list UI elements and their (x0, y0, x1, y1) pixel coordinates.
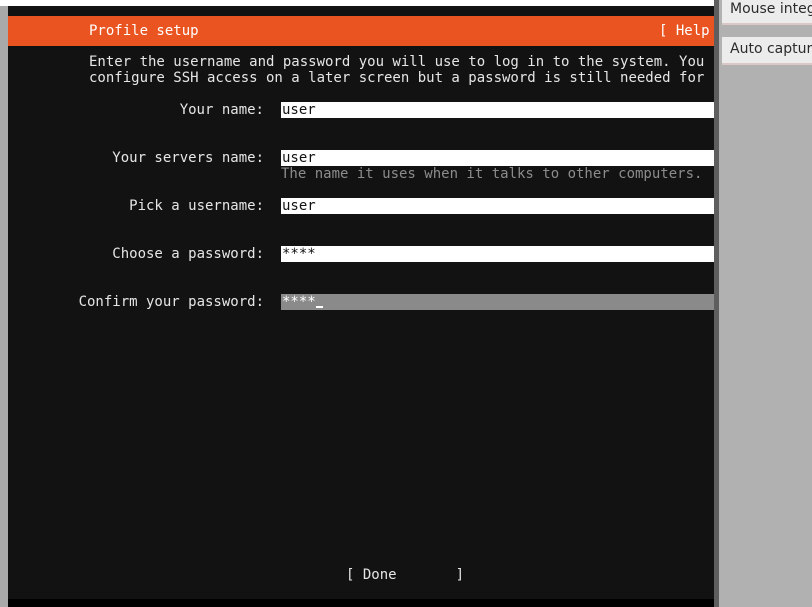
confirm-password-value: **** (282, 294, 316, 310)
username-field[interactable]: user (281, 198, 714, 214)
mouse-integration-item[interactable]: Mouse integ (722, 0, 812, 25)
confirm-password-field[interactable]: **** (281, 294, 714, 310)
text-cursor (315, 306, 323, 308)
server-name-label: Your servers name: (112, 150, 264, 166)
confirm-password-label: Confirm your password: (78, 294, 264, 310)
server-name-hint: The name it uses when it talks to other … (281, 166, 703, 182)
server-name-field[interactable]: user (281, 150, 714, 166)
auto-capture-item[interactable]: Auto capture (722, 37, 812, 65)
name-field[interactable]: user (281, 102, 714, 118)
password-label: Choose a password: (112, 246, 264, 262)
help-button[interactable]: [ Help (659, 23, 710, 39)
intro-line-1: Enter the username and password you will… (89, 54, 714, 70)
name-label: Your name: (179, 102, 264, 118)
header-bar: Profile setup [ Help (8, 16, 714, 46)
password-field[interactable]: **** (281, 246, 714, 262)
done-button[interactable]: [ Done ] (346, 567, 464, 583)
installer-terminal: Profile setup [ Help Enter the username … (8, 6, 714, 607)
page-title: Profile setup (89, 23, 199, 39)
terminal-bottom-border (8, 599, 714, 607)
side-panel: Mouse integ Auto capture (719, 0, 812, 607)
username-label: Pick a username: (129, 198, 264, 214)
intro-line-2: configure SSH access on a later screen b… (89, 70, 714, 86)
